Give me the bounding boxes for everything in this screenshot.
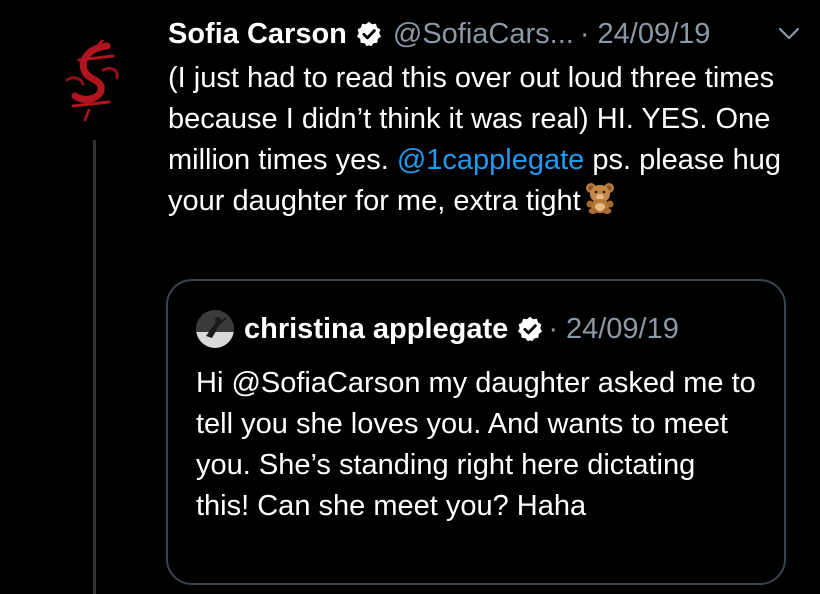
- author-name[interactable]: Sofia Carson: [168, 18, 347, 51]
- mention-link[interactable]: @1capplegate: [397, 144, 584, 176]
- quoted-author-avatar: [196, 310, 234, 348]
- quoted-tweet-text: Hi @SofiaCarson my daughter asked me to …: [196, 367, 756, 522]
- quoted-tweet-card[interactable]: christina applegate · 24/09/19 Hi @Sofia…: [166, 279, 786, 585]
- author-avatar[interactable]: [52, 40, 136, 124]
- verified-badge-icon: [516, 315, 544, 343]
- verified-badge-icon: [355, 20, 383, 48]
- tweet-header: Sofia Carson @SofiaCars... · 24/09/19: [168, 14, 800, 54]
- quoted-author-name: christina applegate: [244, 312, 509, 345]
- author-handle[interactable]: @SofiaCars...: [393, 18, 574, 51]
- tweet: Sofia Carson @SofiaCars... · 24/09/19 (I…: [0, 0, 820, 594]
- chevron-down-icon[interactable]: [768, 27, 800, 41]
- quoted-tweet-header: christina applegate · 24/09/19: [196, 309, 679, 349]
- quoted-tweet-date: 24/09/19: [565, 312, 679, 345]
- thread-line: [93, 140, 96, 594]
- separator-dot: ·: [579, 17, 590, 50]
- tweet-date[interactable]: 24/09/19: [598, 18, 711, 51]
- gothic-s-logo-icon: [65, 40, 119, 122]
- teddy-bear-emoji-icon: [583, 182, 617, 226]
- tweet-text: (I just had to read this over out loud t…: [168, 58, 808, 226]
- separator-dot: ·: [548, 312, 558, 345]
